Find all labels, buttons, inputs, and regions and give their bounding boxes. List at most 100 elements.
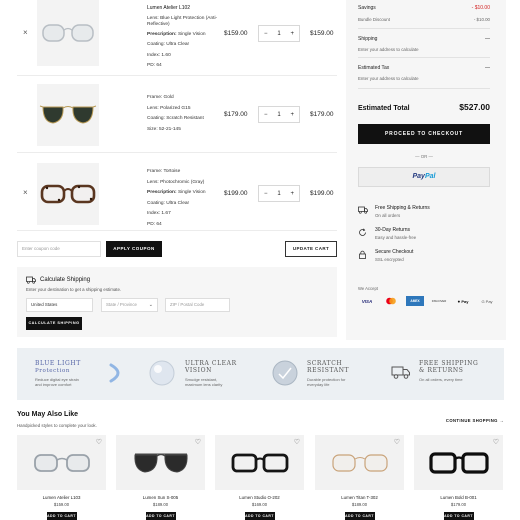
- spec-label: Index:: [147, 211, 161, 217]
- benefit-subtitle: On all orders, every time: [419, 377, 463, 382]
- lock-icon: [359, 250, 366, 259]
- line-total: $179.00: [310, 111, 334, 118]
- mastercard-icon: [382, 296, 400, 306]
- spec-value: Gold: [163, 95, 174, 100]
- spec-label: Frame:: [147, 169, 163, 174]
- product-name[interactable]: Lumen Titan T-302: [315, 495, 404, 500]
- increase-quantity-button[interactable]: +: [290, 191, 294, 197]
- product-name[interactable]: Lumen Bold B-001: [414, 495, 503, 500]
- product-card[interactable]: ♡ Lumen Bold B-001 $179.00 ADD TO CART: [414, 435, 503, 520]
- spec-label: Coating:: [147, 42, 165, 48]
- spec-value: 64: [156, 63, 162, 69]
- calculate-shipping-subtitle: Enter your destination to get a shipping…: [26, 287, 122, 292]
- add-to-cart-button[interactable]: ADD TO CART: [244, 512, 275, 520]
- clear-lens-icon: [149, 360, 175, 386]
- product-card[interactable]: ♡ Lumen Studio O-202 $169.00 ADD TO CART: [215, 435, 304, 520]
- feature-subtitle: SSL encrypted: [375, 257, 404, 262]
- state-select[interactable]: State / Province ⌄: [101, 298, 158, 312]
- clear-glasses-image: [42, 24, 94, 42]
- remove-item-button[interactable]: ×: [23, 188, 28, 197]
- benefit-subtitle-line1: On all orders, every time: [419, 377, 463, 382]
- quantity-value[interactable]: 1: [277, 191, 280, 197]
- increase-quantity-button[interactable]: +: [290, 31, 294, 37]
- product-thumbnail[interactable]: [37, 163, 99, 225]
- decrease-quantity-button[interactable]: −: [264, 191, 268, 197]
- amex-icon: AMEX: [406, 296, 424, 306]
- spec-label: Prescription:: [147, 31, 177, 37]
- cart-item-row: × Lumen Atelier L102 Lens: Blue Light Pr…: [17, 0, 337, 76]
- tax-note-row: Enter your address to calculate: [358, 76, 490, 81]
- apple-pay-icon: ● Pay: [454, 296, 472, 306]
- product-card[interactable]: ♡ Lumen Atelier L103 $159.00 ADD TO CART: [17, 435, 106, 520]
- benefit-subtitle-line2: maximum lens clarity: [185, 382, 223, 387]
- truck-icon: [358, 206, 368, 214]
- spec-value: 1.60: [161, 52, 171, 58]
- spec-label: Size:: [147, 126, 158, 132]
- country-select[interactable]: United States: [26, 298, 93, 312]
- apple-pay-label: Pay: [461, 298, 469, 304]
- quantity-stepper[interactable]: − 1 +: [258, 185, 300, 202]
- spec-label: PD:: [147, 221, 155, 227]
- coupon-code-input[interactable]: Enter coupon code: [17, 241, 101, 257]
- or-divider: — OR —: [415, 154, 433, 159]
- truck-icon: [26, 276, 36, 284]
- quantity-stepper[interactable]: − 1 +: [258, 106, 300, 123]
- product-name[interactable]: Lumen Sun S-005: [116, 495, 205, 500]
- decrease-quantity-button[interactable]: −: [264, 112, 268, 118]
- shipping-row: Shipping —: [358, 36, 490, 42]
- black-glasses-image: [231, 453, 288, 472]
- wishlist-heart-icon[interactable]: ♡: [96, 438, 102, 446]
- quantity-value[interactable]: 1: [277, 31, 280, 37]
- wishlist-heart-icon[interactable]: ♡: [493, 438, 499, 446]
- remove-item-button[interactable]: ×: [23, 28, 28, 37]
- quantity-value[interactable]: 1: [277, 112, 280, 118]
- product-image[interactable]: ♡: [17, 435, 106, 490]
- add-to-cart-button[interactable]: ADD TO CART: [145, 512, 176, 520]
- add-to-cart-button[interactable]: ADD TO CART: [344, 512, 375, 520]
- product-image[interactable]: ♡: [315, 435, 404, 490]
- spec-label: Prescription:: [147, 190, 177, 196]
- divider: [358, 28, 490, 29]
- state-placeholder: State / Province: [106, 302, 137, 307]
- wishlist-heart-icon[interactable]: ♡: [394, 438, 400, 446]
- aviator-sunglasses-image: [133, 453, 188, 473]
- product-price: $189.00: [351, 502, 368, 507]
- decrease-quantity-button[interactable]: −: [264, 31, 268, 37]
- spec-label: PD:: [147, 63, 155, 69]
- apply-coupon-button[interactable]: APPLY COUPON: [106, 241, 162, 257]
- product-name[interactable]: Lumen Studio O-202: [215, 495, 304, 500]
- benefit-subtitle: Reduce digital eye strain and improve com…: [35, 377, 79, 387]
- wishlist-heart-icon[interactable]: ♡: [195, 438, 201, 446]
- product-card[interactable]: ♡ Lumen Titan T-302 $189.00 ADD TO CART: [315, 435, 404, 520]
- wishlist-heart-icon[interactable]: ♡: [294, 438, 300, 446]
- product-image[interactable]: ♡: [116, 435, 205, 490]
- increase-quantity-button[interactable]: +: [290, 112, 294, 118]
- benefit-subtitle-line2: and improve comfort: [35, 382, 72, 387]
- calculate-shipping-button[interactable]: CALCULATE SHIPPING: [26, 317, 82, 330]
- add-to-cart-button[interactable]: ADD TO CART: [443, 512, 474, 520]
- paypal-button[interactable]: PayPal: [358, 167, 490, 187]
- bundle-discount-value: - $10.00: [473, 17, 490, 22]
- product-thumbnail[interactable]: [37, 84, 99, 146]
- cart-item-row: Frame: Gold Lens: Polarized G15 Coating:…: [17, 76, 337, 153]
- continue-shopping-link[interactable]: CONTINUE SHOPPING →: [446, 418, 504, 423]
- product-image[interactable]: ♡: [414, 435, 503, 490]
- spec-value: Tortoise: [163, 169, 181, 174]
- product-name[interactable]: Lumen Atelier L103: [17, 495, 106, 500]
- product-card[interactable]: ♡ Lumen Sun S-005 $189.00 ADD TO CART: [116, 435, 205, 520]
- feature-title: Free Shipping & Returns: [375, 205, 430, 211]
- benefit-title: Scratch Resistant: [307, 360, 349, 374]
- product-image[interactable]: ♡: [215, 435, 304, 490]
- proceed-to-checkout-button[interactable]: PROCEED TO CHECKOUT: [358, 124, 490, 144]
- spec-value: 1.67: [161, 211, 171, 217]
- update-cart-button[interactable]: UPDATE CART: [285, 241, 337, 257]
- shipping-note: Enter your address to calculate: [358, 47, 419, 52]
- unit-price: $159.00: [224, 30, 248, 37]
- add-to-cart-button[interactable]: ADD TO CART: [46, 512, 77, 520]
- quantity-stepper[interactable]: − 1 +: [258, 25, 300, 42]
- zip-code-input[interactable]: ZIP / Postal Code: [165, 298, 230, 312]
- shipping-value: —: [485, 36, 490, 42]
- product-thumbnail[interactable]: [37, 0, 99, 66]
- feature-subtitle: Easy and hassle-free: [375, 235, 417, 240]
- titanium-glasses-image: [331, 453, 388, 472]
